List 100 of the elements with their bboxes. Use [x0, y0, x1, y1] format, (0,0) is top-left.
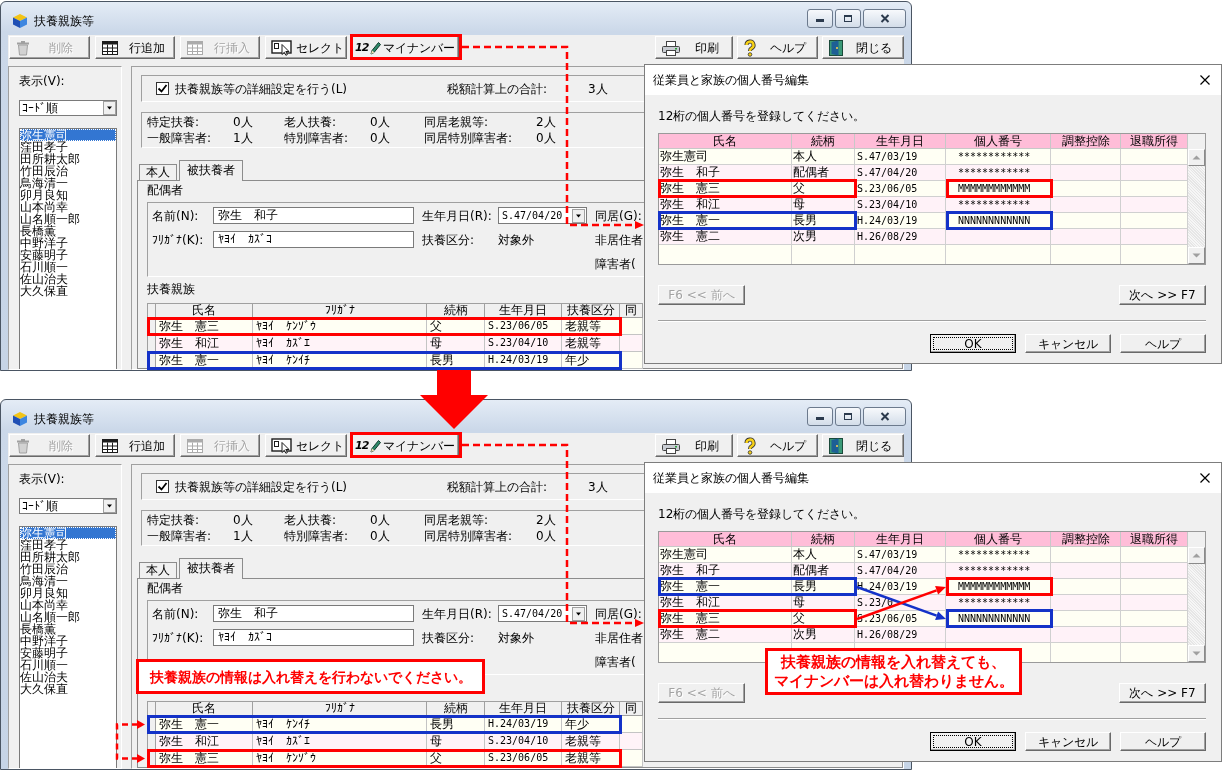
list-item[interactable]: 卯月良知 [20, 587, 116, 599]
window-close-button[interactable] [863, 407, 906, 426]
sort-dropdown[interactable]: ｺｰﾄﾞ順 [19, 100, 117, 116]
list-item[interactable]: 弥生憲司 [20, 129, 116, 141]
list-item[interactable]: 竹田辰治 [20, 563, 116, 575]
table-cell [1121, 181, 1188, 197]
minimize-button[interactable] [807, 407, 833, 426]
count-label: 一般障害者: [147, 529, 212, 543]
scroll-down-button[interactable] [1188, 247, 1205, 264]
tab[interactable]: 本人 [139, 164, 177, 180]
checkbox-label[interactable]: 扶養親族等の詳細設定を行う(L) [175, 81, 348, 96]
count-value: 0人 [370, 115, 390, 129]
maximize-button[interactable] [835, 407, 861, 426]
list-item[interactable]: 山名順一郎 [20, 611, 116, 623]
field-label: 同居(G): [595, 208, 642, 223]
table-cell [1121, 213, 1188, 229]
list-item[interactable]: 山本尚幸 [20, 599, 116, 611]
list-item[interactable]: 石川順一 [20, 659, 116, 671]
help-button[interactable]: ヘルプ [737, 36, 818, 59]
count-label: 特別障害者: [284, 529, 349, 543]
list-item[interactable]: 中野洋子 [20, 635, 116, 647]
printer-icon [661, 39, 681, 56]
date-dropdown[interactable]: S.47/04/20 [498, 207, 587, 224]
list-item[interactable]: 佐山治夫 [20, 273, 116, 285]
scroll-up-button[interactable] [1188, 149, 1205, 166]
help-button[interactable]: ヘルプ [1120, 334, 1206, 353]
tab[interactable]: 本人 [139, 562, 177, 578]
list-item[interactable]: 長橋薫 [20, 623, 116, 635]
list-item[interactable]: 石川順一 [20, 261, 116, 273]
checkbox[interactable] [156, 480, 169, 493]
count-label: 特別障害者: [284, 131, 349, 145]
table-cell [1051, 627, 1121, 643]
help-button[interactable]: ヘルプ [737, 434, 818, 457]
window-close-button[interactable] [863, 9, 906, 28]
field-label: 名前(N): [152, 606, 199, 621]
close-button[interactable]: 閉じる [822, 36, 904, 59]
list-item[interactable]: 山名順一郎 [20, 213, 116, 225]
list-item[interactable]: 田所耕太郎 [20, 153, 116, 165]
table-cell [620, 335, 643, 352]
cancel-button[interactable]: キャンセル [1025, 334, 1111, 353]
list-item[interactable]: 窪田孝子 [20, 539, 116, 551]
printer-icon [661, 437, 681, 454]
ok-button[interactable]: OK [930, 334, 1016, 353]
table-cell [1051, 229, 1121, 245]
name-field[interactable]: 弥生 和子 [213, 207, 414, 224]
scroll-up-button[interactable] [1188, 547, 1205, 564]
table-cell [1121, 229, 1188, 245]
total-label: 税額計算上の合計: [447, 479, 548, 494]
list-item[interactable]: 弥生憲司 [20, 527, 116, 539]
field-label: 非居住者 [595, 630, 643, 645]
name-field[interactable]: 弥生 和子 [213, 605, 414, 622]
list-item[interactable]: 鳥海清一 [20, 177, 116, 189]
down-arrow-icon [1192, 651, 1201, 656]
add-row-button[interactable]: 行追加 [95, 434, 175, 457]
scroll-down-button[interactable] [1188, 645, 1205, 662]
instruction-text: 12桁の個人番号を登録してください。 [658, 110, 866, 122]
scrollbar[interactable] [1188, 547, 1205, 662]
furigana-field[interactable]: ﾔﾖｲ ｶｽﾞｺ [213, 629, 414, 646]
tab[interactable]: 被扶養者 [179, 160, 243, 181]
column-header: 続柄 [792, 134, 855, 149]
minimize-button[interactable] [807, 9, 833, 28]
checkbox[interactable] [156, 82, 169, 95]
next-button[interactable]: 次へ >> F7 [1119, 285, 1206, 305]
date-dropdown[interactable]: S.47/04/20 [498, 605, 587, 622]
list-item[interactable]: 竹田辰治 [20, 165, 116, 177]
close-button[interactable]: 閉じる [822, 434, 904, 457]
ok-button[interactable]: OK [930, 732, 1016, 751]
close-icon [879, 412, 890, 421]
section-title: 扶養親族 [147, 283, 195, 295]
scrollbar[interactable] [1188, 149, 1205, 264]
sort-dropdown[interactable]: ｺｰﾄﾞ順 [19, 498, 117, 514]
list-item[interactable]: 鳥海清一 [20, 575, 116, 587]
list-item[interactable]: 窪田孝子 [20, 141, 116, 153]
field-label: 扶養区分: [422, 630, 475, 645]
list-item[interactable]: 佐山治夫 [20, 671, 116, 683]
add-row-button[interactable]: 行追加 [95, 36, 175, 59]
list-item[interactable]: 中野洋子 [20, 237, 116, 249]
field-label: 名前(N): [152, 208, 199, 223]
next-button[interactable]: 次へ >> F7 [1119, 683, 1206, 703]
count-label: 老人扶養: [284, 115, 337, 129]
column-header: 退職所得 [1121, 532, 1188, 547]
select-button[interactable]: セレクト [265, 434, 347, 457]
cancel-button[interactable]: キャンセル [1025, 732, 1111, 751]
select-button[interactable]: セレクト [265, 36, 347, 59]
checkbox-label[interactable]: 扶養親族等の詳細設定を行う(L) [175, 479, 348, 494]
tab[interactable]: 被扶養者 [179, 558, 243, 579]
list-item[interactable]: 山本尚幸 [20, 201, 116, 213]
print-button[interactable]: 印刷 [655, 434, 733, 457]
list-item[interactable]: 安藤明子 [20, 249, 116, 261]
check-icon [157, 83, 168, 94]
print-button[interactable]: 印刷 [655, 36, 733, 59]
list-item[interactable]: 卯月良知 [20, 189, 116, 201]
list-item[interactable]: 長橋薫 [20, 225, 116, 237]
furigana-field[interactable]: ﾔﾖｲ ｶｽﾞｺ [213, 231, 414, 248]
list-item[interactable]: 田所耕太郎 [20, 551, 116, 563]
list-item[interactable]: 大久保直 [20, 285, 116, 297]
list-item[interactable]: 安藤明子 [20, 647, 116, 659]
list-item[interactable]: 大久保直 [20, 683, 116, 695]
maximize-button[interactable] [835, 9, 861, 28]
help-button[interactable]: ヘルプ [1120, 732, 1206, 751]
